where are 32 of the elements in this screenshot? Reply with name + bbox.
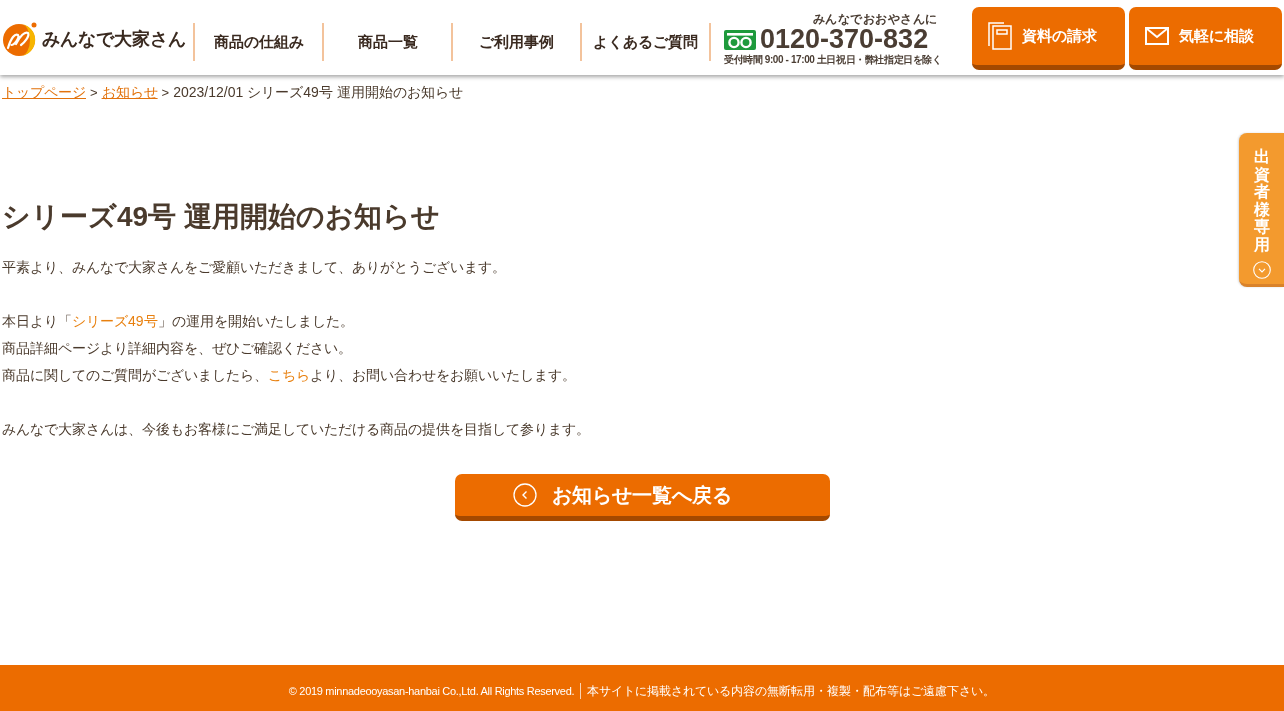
body-text: 平素より、みんなで大家さんをご愛顧いただきまして、ありがとうございます。 (2, 258, 506, 277)
breadcrumb-separator: > (161, 85, 170, 100)
mail-icon (1145, 27, 1169, 45)
body-text: 商品に関してのご質問がございましたら、こちら より、お問い合わせをお願いいたします。 (2, 366, 576, 385)
consult-button[interactable]: 気軽に相談 (1129, 7, 1282, 70)
back-button[interactable]: お知らせ一覧へ戻る (454, 474, 830, 521)
phone-caption: みんなでおおやさんに (812, 12, 938, 26)
inline-link[interactable]: シリーズ49号 (72, 313, 158, 329)
inline-link[interactable]: こちら (268, 367, 310, 383)
body-text: 商品詳細ページより詳細内容を、ぜひご確認ください。 (2, 339, 352, 358)
request-button[interactable]: 資料の請求 (972, 7, 1125, 70)
article-title: シリーズ49号 運用開始のお知らせ (2, 200, 440, 234)
breadcrumb-current: 2023/12/01 シリーズ49号 運用開始のお知らせ (173, 84, 463, 100)
breadcrumb-link[interactable]: トップページ (2, 84, 86, 100)
nav-link[interactable]: 商品一覧 (322, 23, 451, 61)
toll-free-icon (724, 29, 756, 50)
chevron-down-circle-icon (1252, 260, 1271, 279)
documents-icon (988, 22, 1012, 50)
chevron-left-circle-icon (512, 483, 537, 507)
phone-hours: 受付時間 9:00 - 17:00 土日祝日・弊社指定日を除く (724, 53, 942, 66)
logo-link[interactable]: みんなで大家さん (2, 21, 186, 57)
side-tab[interactable]: 出資者様専用 (1239, 133, 1284, 287)
phone-number: 0120-370-832 (760, 26, 929, 53)
breadcrumb-separator: > (90, 85, 98, 100)
body-text: みんなで大家さんは、今後もお客様にご満足していただける商品の提供を目指して参ります。 (2, 420, 590, 439)
nav-link[interactable]: ご利用事例 (451, 23, 580, 61)
breadcrumb-link[interactable]: お知らせ (101, 84, 158, 100)
nav-link[interactable]: よくあるご質問 (580, 23, 709, 61)
copyright-text: © 2019 minnadeooyasan-hanbai Co.,Ltd. All Rights Reserved. (288, 685, 576, 697)
body-text: 本日より「シリーズ49号」の運用を開始いたしました。 (2, 312, 354, 331)
footer-notice: 本サイトに掲載されている内容の無断転用・複製・配布等はご遠慮下さい。 (580, 683, 996, 699)
nav-link[interactable]: 商品の仕組み (193, 23, 322, 61)
